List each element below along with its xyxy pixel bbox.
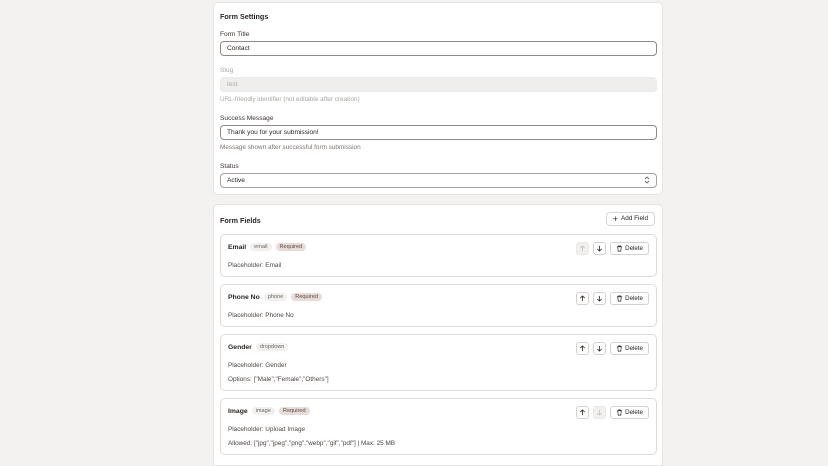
delete-button[interactable]: Delete bbox=[610, 406, 649, 419]
field-name: Phone No bbox=[228, 293, 260, 301]
arrow-down-icon bbox=[597, 295, 603, 302]
field-allowed-text: Allowed: ["jpg","jpeg","png","webp","gif… bbox=[228, 440, 396, 447]
delete-label: Delete bbox=[625, 245, 643, 252]
delete-label: Delete bbox=[625, 409, 643, 416]
field-type-badge: phone bbox=[263, 293, 288, 301]
form-fields-title: Form Fields bbox=[220, 216, 261, 225]
form-title-label: Form Title bbox=[220, 31, 250, 38]
field-item-phone: Phone No phone Required Delete Placehold… bbox=[220, 284, 657, 327]
move-up-button[interactable] bbox=[576, 406, 590, 419]
move-down-button[interactable] bbox=[593, 292, 607, 305]
move-down-button[interactable] bbox=[593, 242, 607, 255]
arrow-up-icon bbox=[580, 409, 586, 416]
add-field-button[interactable]: + Add Field bbox=[605, 212, 655, 226]
field-item-gender: Gender dropdown Delete Placeholder: Gend… bbox=[220, 334, 657, 391]
arrow-up-icon bbox=[580, 345, 586, 352]
arrow-down-icon bbox=[597, 245, 603, 252]
move-down-button[interactable] bbox=[593, 342, 607, 355]
field-name: Image bbox=[228, 407, 248, 415]
field-placeholder-text: Placeholder: Phone No bbox=[228, 312, 294, 319]
field-type-badge: image bbox=[251, 407, 275, 415]
field-options-text: Options: ["Male","Female","Others"] bbox=[228, 376, 329, 383]
delete-label: Delete bbox=[625, 295, 643, 302]
plus-icon: + bbox=[612, 213, 618, 224]
status-label: Status bbox=[220, 163, 239, 170]
slug-label: Slug bbox=[220, 67, 234, 74]
slug-input: test bbox=[220, 77, 657, 92]
move-down-button[interactable] bbox=[593, 406, 607, 419]
form-settings-card: Form Settings Form Title Contact Slug te… bbox=[213, 2, 663, 195]
required-badge: Required bbox=[278, 407, 310, 415]
chevron-up-down-icon bbox=[644, 175, 650, 187]
success-message-input[interactable]: Thank you for your submission! bbox=[220, 125, 657, 140]
delete-label: Delete bbox=[625, 345, 643, 352]
field-name: Email bbox=[228, 243, 247, 251]
move-up-button[interactable] bbox=[576, 342, 590, 355]
status-select[interactable]: Active bbox=[220, 173, 657, 188]
field-type-badge: email bbox=[250, 243, 272, 251]
trash-icon bbox=[616, 345, 623, 352]
trash-icon bbox=[616, 409, 623, 416]
required-badge: Required bbox=[275, 243, 307, 251]
move-up-button[interactable] bbox=[576, 242, 590, 255]
field-item-image: Image image Required Delete Placeholder:… bbox=[220, 398, 657, 455]
form-fields-card: Form Fields + Add Field Email email Requ… bbox=[213, 204, 663, 466]
success-message-help-text: Message shown after successful form subm… bbox=[220, 144, 361, 151]
field-name: Gender bbox=[228, 343, 252, 351]
field-placeholder-text: Placeholder: Email bbox=[228, 262, 282, 269]
arrow-up-icon bbox=[580, 295, 586, 302]
delete-button[interactable]: Delete bbox=[610, 342, 649, 355]
form-settings-title: Form Settings bbox=[220, 12, 269, 21]
field-item-email: Email email Required Delete Placeholder:… bbox=[220, 234, 657, 277]
success-message-label: Success Message bbox=[220, 115, 274, 122]
arrow-down-icon bbox=[597, 409, 603, 416]
required-badge: Required bbox=[291, 293, 322, 301]
field-placeholder-text: Placeholder: Gender bbox=[228, 362, 287, 369]
delete-button[interactable]: Delete bbox=[610, 242, 649, 255]
form-title-input[interactable]: Contact bbox=[220, 41, 657, 56]
trash-icon bbox=[616, 295, 623, 302]
slug-help-text: URL-friendly identifier (not editable af… bbox=[220, 96, 360, 103]
arrow-up-icon bbox=[580, 245, 586, 252]
delete-button[interactable]: Delete bbox=[610, 292, 649, 305]
field-type-badge: dropdown bbox=[255, 343, 289, 351]
status-select-value: Active bbox=[227, 177, 245, 184]
field-placeholder-text: Placeholder: Upload Image bbox=[228, 426, 306, 433]
add-field-label: Add Field bbox=[621, 215, 648, 222]
trash-icon bbox=[616, 245, 623, 252]
arrow-down-icon bbox=[597, 345, 603, 352]
move-up-button[interactable] bbox=[576, 292, 590, 305]
